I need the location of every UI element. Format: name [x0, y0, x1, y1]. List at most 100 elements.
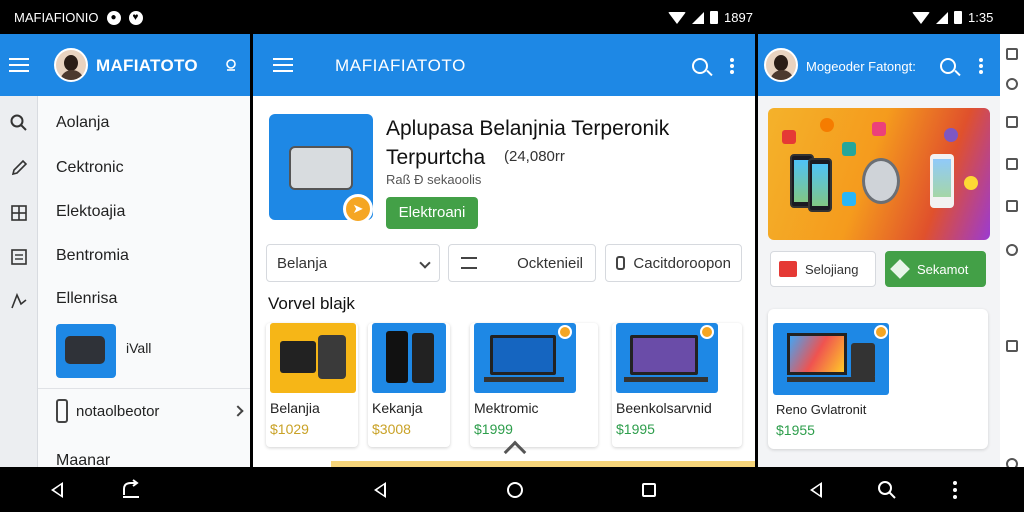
icon-rail	[0, 34, 38, 467]
left-action-button[interactable]: Selojiang	[770, 251, 876, 287]
grid-icon[interactable]	[10, 204, 28, 222]
tool-icon[interactable]	[1006, 48, 1018, 60]
tool-icon[interactable]	[1006, 340, 1018, 352]
status-right: 1:35	[912, 10, 993, 25]
back-icon[interactable]	[44, 477, 70, 503]
drawer-item-2[interactable]: Cektronic	[56, 159, 124, 177]
tag-icon	[890, 259, 910, 279]
cat-icon: ♥	[128, 10, 143, 25]
system-nav-bar	[0, 467, 1024, 512]
drawer-item-4[interactable]: Bentromia	[56, 247, 129, 265]
chip3-label: Cacitdoroopon	[633, 254, 731, 272]
main-panel: MAFIAFIATOTO ➤ Aplupasa Belanjnia Terper…	[253, 34, 755, 467]
navigation-drawer: MAFIATOTO Aolanja Cektronic Elektoajia B…	[38, 34, 250, 467]
wifi-icon	[668, 11, 686, 24]
menu-icon[interactable]	[273, 58, 293, 72]
chevron-down-icon	[419, 257, 431, 269]
drawer-item-5[interactable]: Ellenrisa	[56, 290, 117, 308]
search-icon[interactable]	[10, 114, 28, 132]
product-price: $1029	[270, 421, 309, 437]
filter-chip-3[interactable]: Cacitdoroopon	[605, 244, 742, 282]
divider	[38, 388, 250, 389]
drawer-item-bottom[interactable]: Maanar	[56, 452, 110, 467]
app-title: MAFIAFIATOTO	[335, 56, 466, 75]
tool-icon[interactable]	[1006, 200, 1018, 212]
left-panel: MAFIATOTO Aolanja Cektronic Elektoajia B…	[0, 34, 250, 467]
filter-chip-2[interactable]: Ocktenieil	[448, 244, 596, 282]
drawer-row-item[interactable]: notaolbeotor	[56, 392, 244, 430]
drawer-item-1[interactable]: Aolanja	[56, 114, 109, 132]
tool-icon[interactable]	[1006, 116, 1018, 128]
app-bar: MAFIAFIATOTO	[253, 34, 755, 96]
product-subtitle: Raß Ð sekaoolis	[386, 172, 482, 187]
phone-icon	[56, 399, 68, 423]
badge-icon	[874, 325, 888, 339]
list-icon	[461, 257, 477, 269]
category-dropdown[interactable]: Belanja	[266, 244, 440, 282]
status-bar: MAFIAFIONIO ● ♥ 1897 1:35	[0, 0, 1024, 34]
drawer-item-3[interactable]: Elektoajia	[56, 203, 125, 221]
product-image	[270, 323, 356, 393]
status-time-right: 1:35	[968, 10, 994, 25]
recents-icon[interactable]	[636, 477, 662, 503]
more-options-icon[interactable]	[979, 64, 983, 68]
coupon-icon	[616, 256, 626, 270]
signal-icon	[936, 11, 948, 24]
back-icon[interactable]	[803, 477, 829, 503]
product-card[interactable]: Kekanja $3008	[368, 323, 450, 447]
device-thumbnail[interactable]	[56, 324, 116, 378]
right-panel: Mogeoder Fatongt: Selojiang Sekamot Reno…	[758, 34, 1000, 467]
section-title: Vorvel blajk	[268, 294, 355, 313]
product-card[interactable]: Mektromic $1999	[470, 323, 598, 447]
category-button[interactable]: Elektroani	[386, 197, 478, 229]
signal-icon	[692, 11, 704, 24]
menu-icon[interactable]	[9, 58, 29, 72]
product-card[interactable]: Beenkolsarvnid $1995	[612, 323, 742, 447]
edit-icon[interactable]	[10, 159, 28, 177]
list-icon[interactable]	[10, 248, 28, 266]
search-icon[interactable]	[692, 58, 708, 74]
promo-banner[interactable]	[768, 108, 990, 240]
app-brand: MAFIATOTO	[96, 56, 198, 75]
tool-icon[interactable]	[1006, 158, 1018, 170]
battery-icon	[710, 11, 718, 24]
product-card[interactable]: Belanjia $1029	[266, 323, 358, 447]
drawer-header: MAFIATOTO	[38, 34, 250, 96]
rotate-icon[interactable]	[118, 477, 144, 503]
store-icon	[779, 261, 797, 277]
right-action-button[interactable]: Sekamot	[885, 251, 986, 287]
notification-icon: ●	[106, 10, 121, 25]
status-time-middle: 1897	[724, 10, 753, 25]
product-image	[372, 323, 446, 393]
home-icon[interactable]	[502, 477, 528, 503]
dropdown-value: Belanja	[277, 254, 328, 272]
user-icon[interactable]	[224, 58, 238, 77]
product-name: Mektromic	[474, 400, 539, 416]
product-name: Belanjia	[270, 400, 320, 416]
more-options-icon[interactable]	[942, 477, 968, 503]
product-price: $3008	[372, 421, 411, 437]
avatar[interactable]	[764, 48, 798, 82]
product-price: $1999	[474, 421, 513, 437]
chart-icon[interactable]	[10, 292, 28, 310]
product-name: Beenkolsarvnid	[616, 400, 712, 416]
tool-icon[interactable]	[1006, 244, 1018, 256]
search-icon[interactable]	[874, 477, 900, 503]
product-card[interactable]: Reno Gvlatronit $1955	[768, 309, 988, 449]
tool-icon[interactable]	[1006, 78, 1018, 90]
rail-header	[0, 34, 38, 96]
badge-icon	[558, 325, 572, 339]
left-action-label: Selojiang	[805, 261, 859, 277]
avatar[interactable]	[54, 48, 88, 82]
title-line-2: Terpurtcha	[386, 146, 486, 169]
right-title: Mogeoder Fatongt:	[806, 59, 916, 74]
product-name: Kekanja	[372, 400, 423, 416]
more-options-icon[interactable]	[730, 64, 734, 68]
row-label: notaolbeotor	[76, 402, 160, 420]
carrier-label: MAFIAFIONIO	[14, 10, 99, 25]
chevron-right-icon	[232, 405, 244, 417]
search-icon[interactable]	[940, 58, 956, 74]
status-left: MAFIAFIONIO ● ♥	[14, 10, 143, 25]
product-name: Reno Gvlatronit	[776, 402, 867, 417]
back-icon[interactable]	[367, 477, 393, 503]
